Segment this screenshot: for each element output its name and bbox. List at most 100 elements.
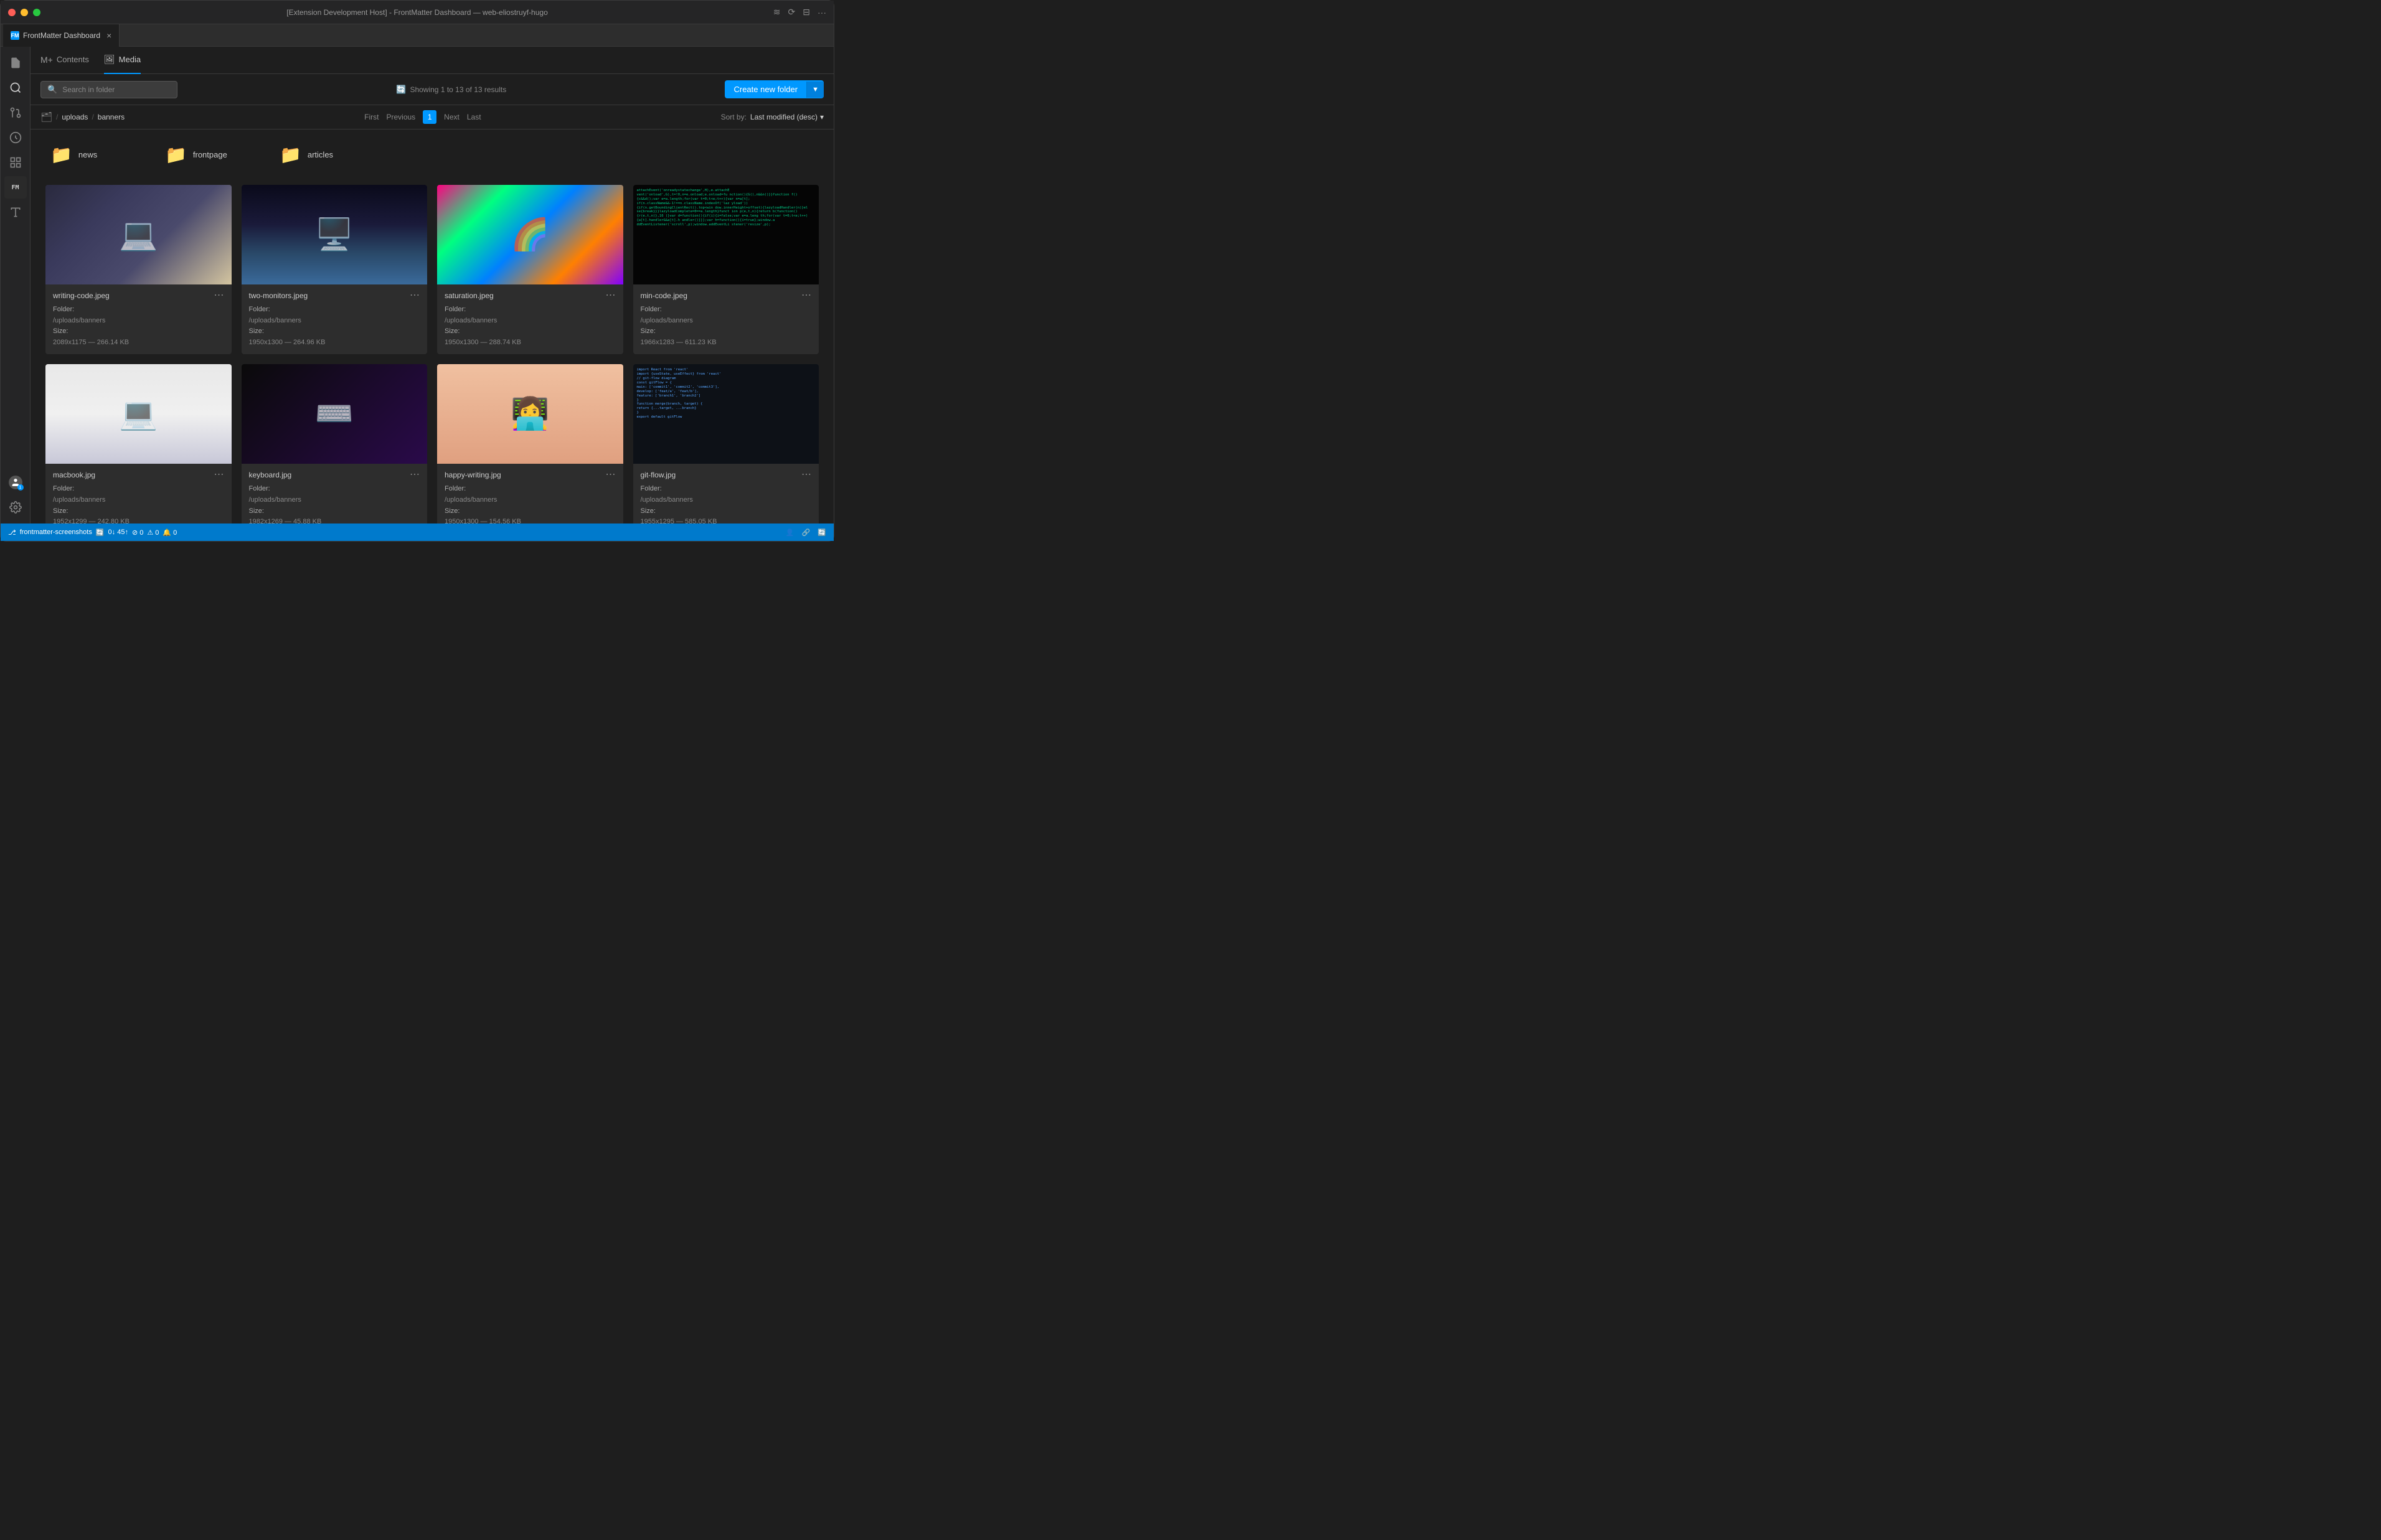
filename-saturation: saturation.jpeg — [445, 291, 494, 300]
media-header-macbook: macbook.jpg ⋯ — [53, 470, 224, 480]
media-info-keyboard: keyboard.jpg ⋯ Folder: /uploads/banners … — [242, 464, 428, 524]
media-menu-happy-writing[interactable]: ⋯ — [606, 470, 616, 480]
media-card-keyboard[interactable]: keyboard.jpg ⋯ Folder: /uploads/banners … — [242, 364, 428, 524]
folder-frontpage[interactable]: 📁 frontpage — [160, 139, 260, 170]
breadcrumb-bar: 🗂 / uploads / banners First Previous 1 N… — [31, 105, 834, 129]
sort-label: Sort by: — [721, 113, 747, 121]
folder-frontpage-name: frontpage — [193, 150, 227, 159]
breadcrumb-uploads[interactable]: uploads — [62, 113, 88, 121]
error-status: ⊘ 0 — [132, 528, 143, 537]
media-menu-git-flow[interactable]: ⋯ — [801, 470, 811, 480]
folder-frontpage-icon: 📁 — [165, 144, 187, 165]
more-icon[interactable]: ··· — [818, 7, 826, 17]
breadcrumb-sep-1: / — [56, 113, 58, 121]
broadcast-icon[interactable]: ≋ — [773, 7, 781, 17]
search-input[interactable] — [62, 85, 171, 94]
media-thumb-happy-writing — [437, 364, 623, 464]
sort-dropdown[interactable]: Last modified (desc) ▾ — [750, 113, 824, 121]
tab-media[interactable]: 🖼 Media — [104, 47, 141, 74]
sidebar: FM 1 — [1, 47, 31, 524]
filename-keyboard: keyboard.jpg — [249, 471, 292, 479]
tab-fm-icon: FM — [11, 31, 19, 40]
warning-status: ⚠ 0 — [147, 528, 159, 537]
pagination-prev[interactable]: Previous — [386, 113, 415, 121]
tab-contents[interactable]: M+ Contents — [40, 47, 89, 74]
media-header-min-code: min-code.jpeg ⋯ — [641, 291, 812, 301]
status-right: 👤 🔗 🔄 — [786, 528, 826, 537]
media-menu-writing-code[interactable]: ⋯ — [214, 291, 224, 301]
sidebar-item-search[interactable] — [4, 77, 27, 99]
sync-status: 0↓ 45↑ — [108, 528, 128, 536]
media-meta-keyboard: Folder: /uploads/banners Size: 1982x1269… — [249, 484, 420, 524]
create-button-label: Create new folder — [725, 80, 806, 98]
media-menu-two-monitors[interactable]: ⋯ — [410, 291, 420, 301]
pagination-first[interactable]: First — [364, 113, 379, 121]
maximize-button[interactable] — [33, 9, 40, 16]
pagination-last[interactable]: Last — [467, 113, 481, 121]
sidebar-item-git[interactable] — [4, 101, 27, 124]
notification-badge: 1 — [17, 484, 24, 491]
media-menu-saturation[interactable]: ⋯ — [606, 291, 616, 301]
sidebar-item-font[interactable] — [4, 201, 27, 223]
media-card-min-code[interactable]: attachEvent('onreadystatechange',H),e.at… — [633, 185, 819, 354]
filename-happy-writing: happy-writing.jpg — [445, 471, 501, 479]
media-header-keyboard: keyboard.jpg ⋯ — [249, 470, 420, 480]
media-card-two-monitors[interactable]: two-monitors.jpeg ⋯ Folder: /uploads/ban… — [242, 185, 428, 354]
split-icon[interactable]: ⊟ — [803, 7, 810, 17]
window-title: [Extension Development Host] - FrontMatt… — [286, 8, 548, 17]
folder-articles[interactable]: 📁 articles — [275, 139, 374, 170]
create-folder-button[interactable]: Create new folder ▼ — [725, 80, 824, 98]
sidebar-item-debug[interactable] — [4, 126, 27, 149]
minimize-button[interactable] — [21, 9, 28, 16]
sidebar-item-frontmatter[interactable]: FM — [4, 176, 27, 199]
search-box[interactable]: 🔍 — [40, 81, 177, 98]
media-info-happy-writing: happy-writing.jpg ⋯ Folder: /uploads/ban… — [437, 464, 623, 524]
folder-news-icon: 📁 — [50, 144, 72, 165]
media-menu-macbook[interactable]: ⋯ — [214, 470, 224, 480]
media-grid-container: 📁 news 📁 frontpage 📁 articles — [31, 129, 834, 524]
media-card-macbook[interactable]: macbook.jpg ⋯ Folder: /uploads/banners S… — [45, 364, 232, 524]
folder-news[interactable]: 📁 news — [45, 139, 145, 170]
sort-chevron-icon: ▾ — [820, 113, 824, 121]
media-card-happy-writing[interactable]: happy-writing.jpg ⋯ Folder: /uploads/ban… — [437, 364, 623, 524]
media-menu-min-code[interactable]: ⋯ — [801, 291, 811, 301]
breadcrumb-banners[interactable]: banners — [98, 113, 125, 121]
pagination-next[interactable]: Next — [444, 113, 460, 121]
remote-icon[interactable]: ⟳ — [788, 7, 796, 17]
git-branch-name[interactable]: frontmatter-screenshots — [20, 528, 92, 536]
sort-value: Last modified (desc) — [750, 113, 818, 121]
traffic-lights — [8, 9, 40, 16]
media-thumb-macbook — [45, 364, 232, 464]
media-card-git-flow[interactable]: import React from 'react' import {useSta… — [633, 364, 819, 524]
media-header-happy-writing: happy-writing.jpg ⋯ — [445, 470, 616, 480]
close-button[interactable] — [8, 9, 16, 16]
search-icon: 🔍 — [47, 85, 57, 95]
filename-writing-code: writing-code.jpeg — [53, 291, 110, 300]
frontmatter-tab[interactable]: FM FrontMatter Dashboard × — [3, 24, 120, 47]
filename-two-monitors: two-monitors.jpeg — [249, 291, 308, 300]
media-thumb-saturation — [437, 185, 623, 284]
media-card-writing-code[interactable]: writing-code.jpeg ⋯ Folder: /uploads/ban… — [45, 185, 232, 354]
sidebar-item-explorer[interactable] — [4, 52, 27, 74]
contents-label: Contents — [57, 55, 89, 64]
status-bar: ⎇ frontmatter-screenshots 🔄 0↓ 45↑ ⊘ 0 ⚠… — [1, 524, 834, 541]
content-area: M+ Contents 🖼 Media 🔍 🔄 Showing 1 to 13 … — [31, 47, 834, 524]
media-grid: writing-code.jpeg ⋯ Folder: /uploads/ban… — [45, 185, 819, 524]
toolbar-center: 🔄 Showing 1 to 13 of 13 results — [185, 85, 717, 95]
create-button-arrow[interactable]: ▼ — [806, 82, 824, 98]
media-header-two-monitors: two-monitors.jpeg ⋯ — [249, 291, 420, 301]
sub-nav: M+ Contents 🖼 Media — [31, 47, 834, 74]
media-header-saturation: saturation.jpeg ⋯ — [445, 291, 616, 301]
media-header-git-flow: git-flow.jpg ⋯ — [641, 470, 812, 480]
sidebar-item-extensions[interactable] — [4, 151, 27, 174]
media-card-saturation[interactable]: saturation.jpeg ⋯ Folder: /uploads/banne… — [437, 185, 623, 354]
home-icon[interactable]: 🗂 — [40, 111, 52, 123]
tab-close-button[interactable]: × — [106, 31, 111, 40]
sort-control: Sort by: Last modified (desc) ▾ — [721, 113, 824, 121]
pagination: First Previous 1 Next Last — [128, 110, 717, 124]
media-menu-keyboard[interactable]: ⋯ — [410, 470, 420, 480]
sidebar-item-account[interactable]: 1 — [4, 471, 27, 494]
media-meta-macbook: Folder: /uploads/banners Size: 1952x1299… — [53, 484, 224, 524]
sidebar-item-settings[interactable] — [4, 496, 27, 519]
tab-bar: FM FrontMatter Dashboard × — [1, 24, 834, 47]
